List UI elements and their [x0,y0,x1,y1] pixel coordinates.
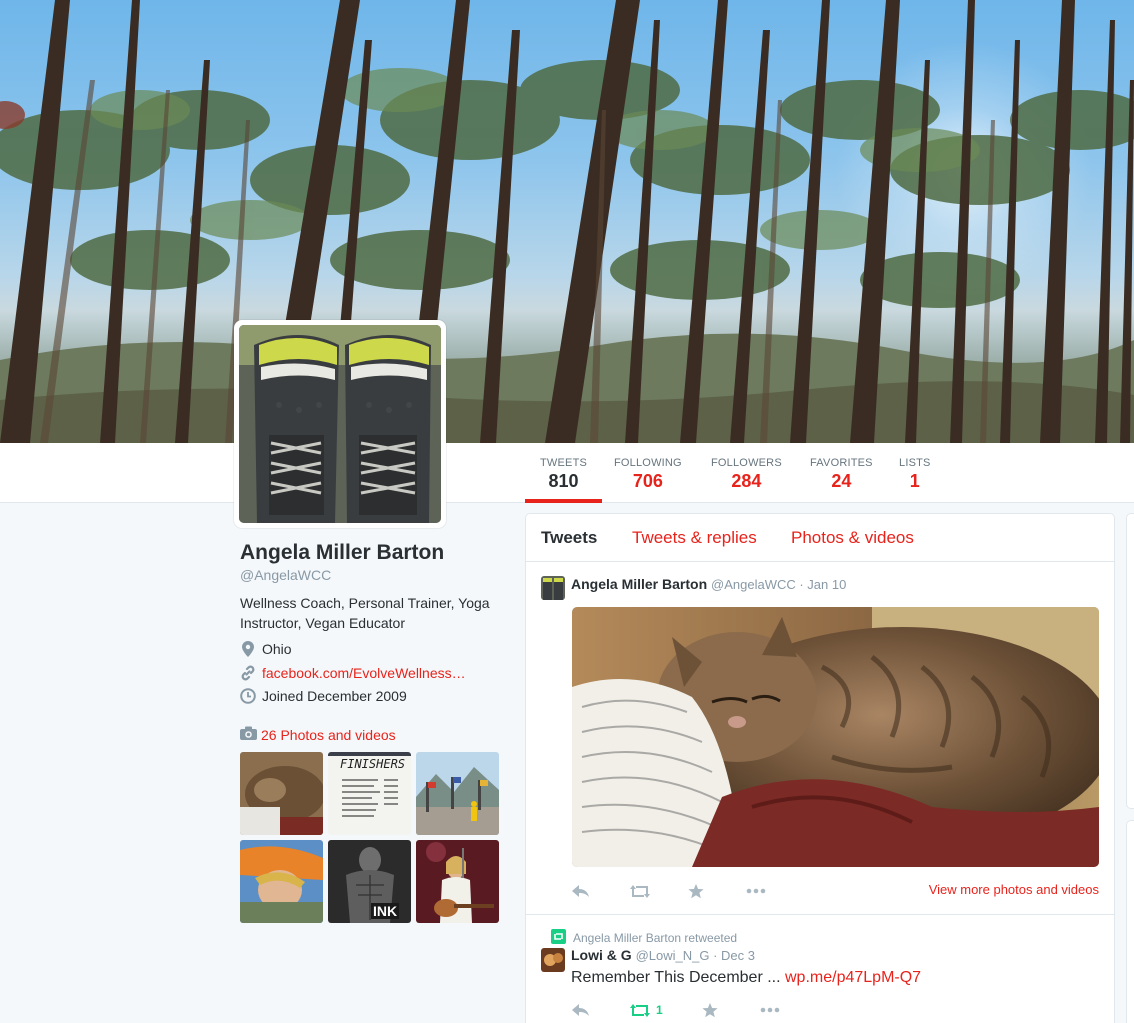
stat-following-label: FOLLOWING [614,457,682,469]
stat-favorites[interactable]: FAVORITES 24 [810,443,873,503]
tweet-actions: 1 [572,1001,818,1019]
retweet-count: 1 [656,1003,663,1017]
profile-banner [0,0,1134,443]
stat-lists-value: 1 [909,471,920,491]
tweet-author-meta[interactable]: @Lowi_N_G · Dec 3 [636,948,755,963]
location-text: Ohio [262,641,292,657]
retweet-icon [551,929,566,947]
retweet-context-text[interactable]: Angela Miller Barton retweeted [573,931,737,945]
thumb-ink-text: INK [371,903,400,919]
stat-lists[interactable]: LISTS 1 [899,443,931,503]
tweet-text: Remember This December ... wp.me/p47LpM-… [571,969,921,987]
retweet-icon[interactable] [630,882,688,900]
reply-icon[interactable] [572,1001,630,1019]
calendar-icon [240,688,256,704]
view-more-photos-link[interactable]: View more photos and videos [929,882,1099,897]
stat-following[interactable]: FOLLOWING 706 [614,443,682,503]
location-pin-icon [240,641,256,657]
stat-tweets-label: TWEETS [540,457,588,469]
stat-lists-label: LISTS [899,457,931,469]
tweet-header: Angela Miller Barton @AngelaWCC · Jan 10 [571,576,846,592]
right-sidebar-card-edge [1126,820,1134,1023]
joined-text: Joined December 2009 [262,688,407,704]
more-icon[interactable] [760,1001,818,1019]
stat-followers-value: 284 [731,471,762,491]
tweet-author-avatar[interactable] [541,576,565,600]
tweet-author-meta[interactable]: @AngelaWCC · Jan 10 [711,577,846,592]
favorite-star-icon[interactable] [702,1001,760,1019]
retweet-context: Angela Miller Barton retweeted [551,929,737,947]
tweet-item[interactable]: Angela Miller Barton @AngelaWCC · Jan 10 [526,562,1114,915]
thumb-ink-magazine[interactable]: INK [328,840,411,923]
stat-tweets-value: 810 [548,471,579,491]
photos-videos-label[interactable]: 26 Photos and videos [261,727,396,743]
thumb-singer-guitar[interactable] [416,840,499,923]
thumb-cat[interactable] [240,752,323,835]
retweet-icon [630,1003,650,1017]
camera-icon [240,726,257,743]
retweet-button[interactable]: 1 [630,1001,702,1019]
stat-followers[interactable]: FOLLOWERS 284 [711,443,782,503]
profile-joined: Joined December 2009 [240,688,407,704]
thumb-mountain-festival[interactable] [416,752,499,835]
timeline-tabs: Tweets Tweets & replies Photos & videos [526,514,1114,562]
profile-bio: Wellness Coach, Personal Trainer, Yoga I… [240,595,490,631]
tweet-header: Lowi & G @Lowi_N_G · Dec 3 [571,947,755,963]
tweet-author-name[interactable]: Angela Miller Barton [571,576,707,592]
tab-tweets[interactable]: Tweets [541,528,597,548]
tab-tweets-replies[interactable]: Tweets & replies [632,528,757,548]
stat-favorites-value: 24 [831,471,852,491]
profile-nav-bar: TWEETS 810 FOLLOWING 706 FOLLOWERS 284 F… [0,443,1134,503]
tweet-actions [572,882,804,900]
link-icon [240,665,256,681]
website-link[interactable]: facebook.com/EvolveWellness… [262,665,466,681]
profile-avatar[interactable] [234,320,446,528]
right-sidebar-card-edge [1126,513,1134,809]
tweet-text-body: Remember This December ... [571,969,785,986]
tweet-photo-cat[interactable] [572,607,1099,867]
thumb-finishers-board[interactable]: FINISHERS [328,752,411,835]
profile-page: TWEETS 810 FOLLOWING 706 FOLLOWERS 284 F… [0,0,1134,1023]
photos-videos-link[interactable]: 26 Photos and videos [240,726,396,743]
tweet-item[interactable]: Angela Miller Barton retweeted Lowi & G … [526,915,1114,1023]
more-icon[interactable] [746,882,804,900]
profile-name[interactable]: Angela Miller Barton [240,541,444,565]
thumb-finishers-text: FINISHERS [340,757,406,771]
profile-handle[interactable]: @AngelaWCC [240,567,331,583]
stat-tweets[interactable]: TWEETS 810 [524,443,603,503]
pine-trees-illustration [0,0,1134,443]
profile-location: Ohio [240,641,292,657]
favorite-star-icon[interactable] [688,882,746,900]
tweet-author-avatar[interactable] [541,948,565,972]
tweet-author-name[interactable]: Lowi & G [571,947,632,963]
tab-photos-videos[interactable]: Photos & videos [791,528,914,548]
thumb-orange-bus[interactable] [240,840,323,923]
avatar-shoes-image [239,325,441,523]
reply-icon[interactable] [572,882,630,900]
stat-followers-label: FOLLOWERS [711,457,782,469]
photo-thumbnail-grid: FINISHERS INK [240,752,500,923]
profile-website: facebook.com/EvolveWellness… [240,665,466,681]
stat-following-value: 706 [632,471,663,491]
tweet-link[interactable]: wp.me/p47LpM-Q7 [785,969,921,986]
tweets-timeline: Tweets Tweets & replies Photos & videos … [525,513,1115,1023]
stat-favorites-label: FAVORITES [810,457,873,469]
